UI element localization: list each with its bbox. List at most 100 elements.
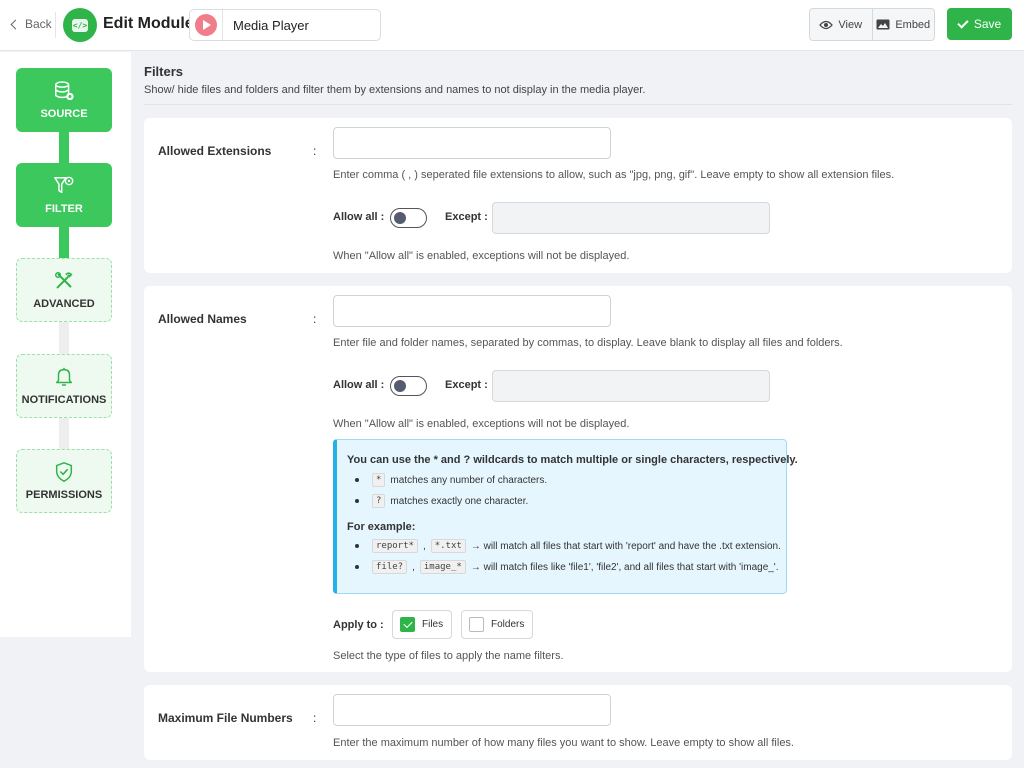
embed-button[interactable]: Embed [871,9,935,40]
embed-label: Embed [895,18,931,31]
check-icon [957,16,969,29]
allowed-names-label: Allowed Names [158,312,247,326]
page-title: Edit Module [103,15,194,32]
allow-all-label: Allow all : [333,211,385,223]
separator: , [412,561,415,573]
database-icon [55,81,74,101]
info-text: → will match files like 'file1', 'file2'… [470,561,779,573]
apply-files-label: Files [422,619,444,630]
step-permissions-label: PERMISSIONS [25,489,103,501]
module-name-value: Media Player [233,17,309,33]
list-item: file? , image_* → will match files like … [355,560,779,574]
top-bar: Back </> Edit Module Media Player View E… [0,0,1024,51]
apply-to-label: Apply to : [333,619,384,631]
max-file-numbers-card: Maximum File Numbers : Enter the maximum… [144,685,1012,760]
code-snippet: * [372,473,386,487]
filter-icon [54,176,74,194]
bullet [355,499,359,503]
code-snippet: *.txt [430,539,466,553]
step-connector-pending [59,321,69,354]
field-colon: : [313,711,317,725]
view-label: View [838,18,863,31]
list-item: * matches any number of characters. [355,473,547,487]
tools-icon [55,272,73,289]
except-label: Except : [445,211,488,223]
step-connector-complete [59,130,69,163]
step-filter[interactable]: FILTER [16,163,112,227]
module-field-divider [222,10,223,40]
apply-folders-label: Folders [491,619,525,630]
step-connector-pending [59,416,69,449]
allowed-extensions-card: Allowed Extensions : Enter comma ( , ) s… [144,118,1012,273]
info-text: matches exactly one character. [390,495,529,507]
save-button[interactable]: Save [947,8,1012,40]
toggle-knob [394,379,406,392]
step-source[interactable]: SOURCE [16,68,112,132]
allow-all-note: When "Allow all" is enabled, exceptions … [333,418,630,430]
field-colon: : [313,144,317,158]
separator: , [422,540,426,552]
apply-to-hint: Select the type of files to apply the na… [333,650,564,662]
bell-icon [55,367,73,386]
section-description: Show/ hide files and folders and filter … [144,84,646,96]
module-logo-icon: </> [63,8,97,42]
allow-all-note: When "Allow all" is enabled, exceptions … [333,250,630,262]
step-source-label: SOURCE [40,108,88,120]
code-window-icon: </> [72,18,88,32]
step-connector-active [59,226,69,259]
allowed-extensions-hint: Enter comma ( , ) seperated file extensi… [333,169,895,181]
section-title: Filters [144,64,184,79]
except-input[interactable] [492,202,770,234]
toggle-knob [394,211,406,224]
info-text: → will match all files that start with '… [470,540,781,552]
wildcard-info-box: You can use the * and ? wildcards to mat… [333,439,798,594]
step-filter-label: FILTER [45,203,83,215]
section-divider [144,104,1012,105]
list-item: report* , *.txt → will match all files t… [355,539,781,553]
except-label: Except : [445,379,488,391]
section-header: Filters Show/ hide files and folders and… [144,64,645,96]
allow-all-toggle[interactable] [390,376,427,396]
code-snippet: report* [372,539,418,553]
allow-all-label: Allow all : [333,379,385,391]
module-name-field[interactable]: Media Player [189,9,381,41]
step-notifications-label: NOTIFICATIONS [21,394,107,406]
allowed-names-input[interactable] [333,295,611,327]
checkbox-checked-icon [400,617,415,632]
back-label: Back [25,17,52,31]
view-button[interactable]: View [810,9,872,40]
step-advanced-label: ADVANCED [33,298,95,310]
info-text: matches any number of characters. [390,474,548,486]
step-permissions[interactable]: PERMISSIONS [16,449,112,513]
back-button[interactable]: Back [10,17,52,31]
code-snippet: ? [372,494,386,508]
example-heading: For example: [347,521,416,533]
list-item: ? matches exactly one character. [355,494,528,508]
allowed-extensions-input[interactable] [333,127,611,159]
step-notifications[interactable]: NOTIFICATIONS [16,354,112,418]
checkbox-unchecked-icon [469,617,484,632]
bullet [355,478,359,482]
step-sidebar: SOURCE FILTER ADVANCED NOTIFICATIONS PER… [0,52,131,637]
apply-folders-checkbox[interactable]: Folders [461,610,534,639]
save-label: Save [973,17,1002,31]
chevron-left-icon [10,19,21,29]
play-icon [195,14,217,36]
apply-files-checkbox[interactable]: Files [392,610,453,639]
allowed-names-hint: Enter file and folder names, separated b… [333,337,843,349]
field-colon: : [313,312,317,326]
bullet [355,544,359,548]
max-file-numbers-input[interactable] [333,694,611,726]
info-heading: You can use the * and ? wildcards to mat… [347,454,798,466]
allowed-names-card: Allowed Names : Enter file and folder na… [144,286,1012,672]
header-divider [55,12,56,38]
code-snippet: file? [372,560,408,574]
bullet [355,565,359,569]
max-file-numbers-label: Maximum File Numbers [158,711,293,725]
view-embed-group: View Embed [809,8,935,41]
shield-check-icon [55,462,73,482]
embed-image-icon [876,19,890,30]
step-advanced[interactable]: ADVANCED [16,258,112,322]
except-input[interactable] [492,370,770,402]
allow-all-toggle[interactable] [390,208,427,228]
